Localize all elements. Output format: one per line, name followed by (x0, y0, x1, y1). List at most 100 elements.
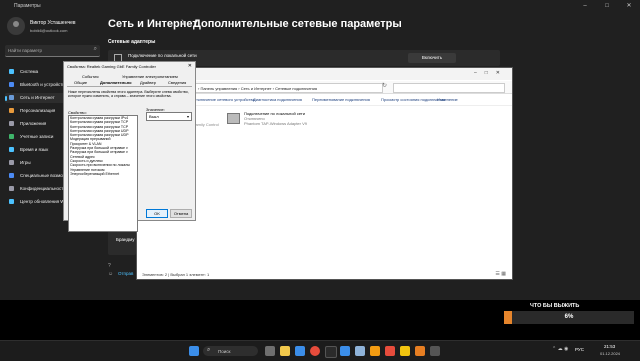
status-bar: Элементов: 2 | Выбран 1 элемент: 1 ☰ ▦ (137, 270, 512, 279)
adapter-device: Phantom TAP-Windows Adapter V9 (244, 121, 307, 126)
maximize-button[interactable]: □ (596, 0, 618, 12)
breadcrumb-separator: › (181, 16, 185, 28)
section-label: Сетевые адаптеры (108, 39, 156, 45)
system-tray-icons[interactable]: ⌃ ☁ ◉ (552, 346, 568, 352)
taskbar-search-input[interactable]: Поиск (218, 349, 230, 354)
sidebar-item-label: Учетные записи (20, 134, 54, 139)
progress-text: 6% (564, 314, 574, 320)
user-name: Виктор Усташенчев (30, 20, 76, 26)
app-icon[interactable] (430, 346, 440, 356)
apps-icon (9, 121, 14, 126)
tab-advanced[interactable]: Дополнительно (100, 80, 132, 85)
clock-icon (9, 147, 14, 152)
sidebar-item-label: Bluetooth и устройства (20, 82, 68, 87)
dialog-title: Свойства: Realtek Gaming GbE Family Cont… (67, 64, 156, 69)
app-icon[interactable] (400, 346, 410, 356)
overlay-title: ЧТО БЫ ВЫЖИТЬ (530, 303, 580, 309)
close-icon[interactable]: ✕ (188, 63, 192, 69)
tab-driver[interactable]: Драйвер (140, 80, 156, 85)
app-icon[interactable] (310, 346, 320, 356)
tab-divider (67, 86, 192, 87)
app-icon[interactable] (355, 346, 365, 356)
language-indicator[interactable]: РУС (575, 347, 584, 352)
settings-titlebar: Параметры – □ ✕ (0, 0, 640, 12)
network-icon (9, 95, 14, 100)
tab-power-management[interactable]: Управление электропитанием (122, 74, 178, 79)
status-text: Элементов: 2 | Выбран 1 элемент: 1 (142, 272, 210, 277)
page-title: Дополнительные сетевые параметры (193, 18, 402, 30)
settings-search-box[interactable]: Найти параметр ⌕ (5, 45, 100, 57)
app-icon[interactable] (340, 346, 350, 356)
start-icon[interactable] (189, 346, 199, 356)
window-controls[interactable]: –□✕ (474, 70, 508, 76)
change-settings-button[interactable]: Изменение (437, 97, 458, 102)
chevron-down-icon: ▾ (186, 113, 189, 119)
feedback-link-partial[interactable]: Отправ (118, 271, 133, 276)
system-icon (9, 69, 14, 74)
sidebar-item-label: Сеть и Интернет (20, 95, 55, 100)
disable-device-button[interactable]: Отключение сетевого устройства (193, 97, 255, 102)
rename-button[interactable]: Переименование подключения (312, 97, 370, 102)
list-item[interactable]: Энергосберегающий Ethernet (69, 172, 137, 176)
address-path[interactable]: › Панель управления › Сеть и Интернет › … (198, 86, 317, 91)
network-adapter-icon (227, 113, 240, 124)
file-explorer-icon[interactable] (280, 346, 290, 356)
dialog-description: Ниже перечислены свойства этого адаптера… (68, 90, 189, 99)
taskbar-search[interactable]: ⌕ Поиск (203, 346, 258, 356)
adapter-item-partial[interactable]: Family Control (193, 122, 219, 127)
search-icon[interactable]: ⌕ (94, 46, 97, 53)
diagnose-button[interactable]: Диагностика подключения (253, 97, 302, 102)
sidebar-item-label: Время и язык (20, 147, 49, 152)
refresh-icon[interactable]: ↻ (382, 82, 387, 89)
adapter-item[interactable]: Подключение по локальной сети Отключено … (227, 111, 357, 131)
edge-icon[interactable] (295, 346, 305, 356)
firewall-link-partial[interactable]: Брандму (116, 237, 134, 242)
close-button[interactable]: ✕ (618, 0, 640, 12)
tab-details[interactable]: Сведения (168, 80, 186, 85)
list-item[interactable]: Скорость при включении по локалы (69, 163, 137, 167)
app-icon[interactable] (415, 346, 425, 356)
list-item[interactable]: Контрольная сумма разгрузки TCP (69, 120, 137, 124)
accessibility-icon (9, 173, 14, 178)
adapter-card-title: Подключение по локальной сети (128, 53, 197, 58)
sidebar-item-label: Игры (20, 160, 31, 165)
user-email: bobik6@outlook.com (30, 28, 68, 33)
search-input[interactable]: Найти параметр (8, 48, 42, 53)
ok-button[interactable]: OK (146, 209, 168, 218)
sidebar-item-label: Персонализация (20, 108, 56, 113)
tab-general[interactable]: Общие (74, 80, 87, 85)
gamepad-icon (9, 160, 14, 165)
task-view-icon[interactable] (265, 346, 275, 356)
search-icon: ⌕ (207, 347, 211, 353)
enable-button[interactable]: Включить (408, 53, 456, 63)
address-bar[interactable]: › Панель управления › Сеть и Интернет › … (185, 83, 383, 93)
shield-icon (9, 186, 14, 191)
adapter-properties-dialog: Свойства: Realtek Gaming GbE Family Cont… (63, 61, 196, 232)
app-icon[interactable] (370, 346, 380, 356)
progress-bar: 6% (504, 311, 634, 324)
brush-icon (9, 108, 14, 113)
cancel-button[interactable]: Отмена (170, 209, 192, 218)
minimize-button[interactable]: – (574, 0, 596, 12)
view-mode-icon[interactable]: ☰ ▦ (495, 271, 506, 277)
app-icon[interactable] (325, 346, 337, 358)
property-list[interactable]: Контрольная сумма разгрузки IPv4 Контрол… (68, 115, 138, 232)
feedback-icon: ☺ (108, 271, 114, 277)
update-icon (9, 199, 14, 204)
explorer-search-input[interactable] (393, 83, 505, 93)
app-icon[interactable] (385, 346, 395, 356)
clock-date[interactable]: 01.12.2024 (600, 351, 620, 356)
value-selected: Выкл (149, 114, 159, 119)
sidebar-item-label: Приложения (20, 121, 47, 126)
settings-window-title: Параметры (14, 3, 41, 9)
tab-events[interactable]: События (82, 74, 99, 79)
avatar[interactable] (7, 17, 25, 35)
help-icon: ? (108, 263, 111, 269)
clock-time[interactable]: 21:53 (604, 344, 615, 349)
taskbar: ⌕ Поиск ⌃ ☁ ◉ РУС 21:53 01.12.2024 (0, 340, 640, 361)
value-dropdown[interactable]: Выкл ▾ (146, 112, 192, 121)
sidebar-item-label: Система (20, 69, 39, 74)
bluetooth-icon (9, 82, 14, 87)
accounts-icon (9, 134, 14, 139)
view-status-button[interactable]: Просмотр состояния подключения (381, 97, 445, 102)
